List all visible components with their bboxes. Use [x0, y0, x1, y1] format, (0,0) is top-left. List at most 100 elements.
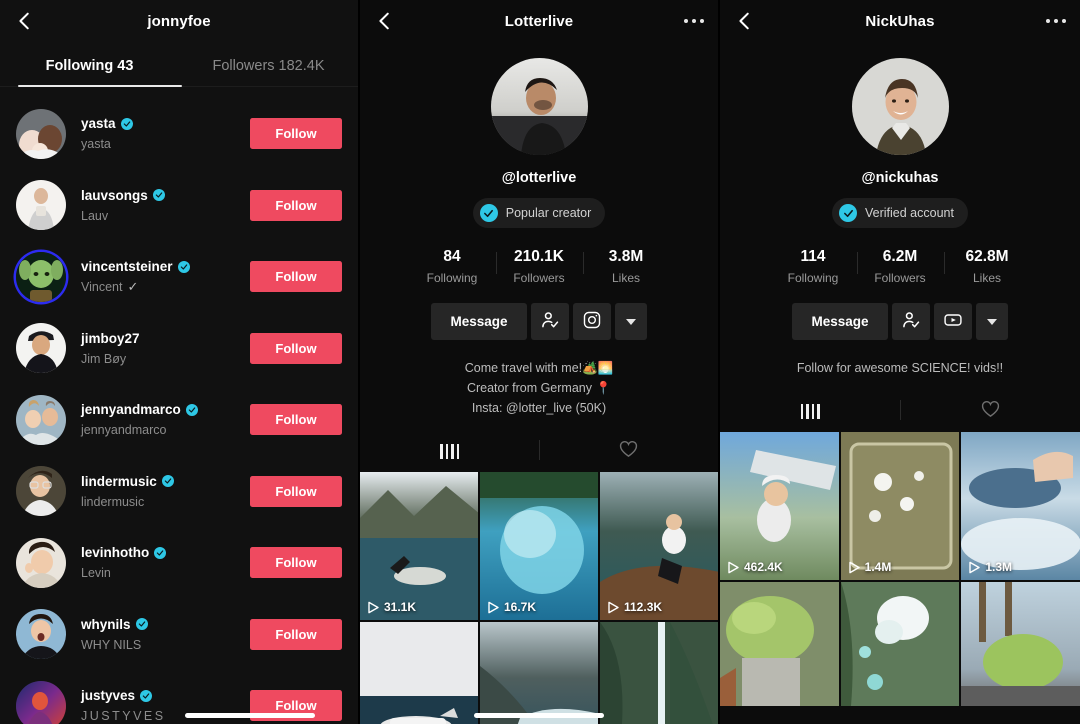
stat-label: Following	[426, 271, 478, 285]
follow-button[interactable]: Follow	[250, 547, 342, 579]
user-meta: jennyandmarco jennyandmarco	[81, 401, 250, 438]
user-meta: justyves JUSTYVES	[81, 687, 250, 724]
avatar[interactable]	[16, 251, 66, 302]
bio-line: Insta: @lotter_live (50K)	[471, 401, 607, 415]
profile-handle: @nickuhas	[861, 170, 939, 186]
follow-button[interactable]: Follow	[250, 618, 342, 650]
tab-liked[interactable]	[900, 394, 1080, 428]
follow-button[interactable]: Follow	[250, 332, 342, 364]
profile-handle: @lotterlive	[501, 170, 577, 186]
status-badge[interactable]: Popular creator	[472, 198, 606, 228]
avatar[interactable]	[490, 58, 588, 155]
profile-stats: 84 Following 210.1K Followers 3.8M Likes	[360, 248, 718, 285]
user-display-text: Jim Bøy	[81, 351, 127, 366]
video-thumbnail[interactable]	[480, 622, 598, 724]
video-thumbnail[interactable]: 1.3M	[961, 432, 1080, 580]
tab-liked[interactable]	[539, 434, 718, 468]
follow-button[interactable]: Follow	[250, 261, 342, 293]
grid-bars-icon	[800, 403, 820, 419]
more-actions-button[interactable]	[976, 303, 1008, 340]
video-thumbnail[interactable]	[600, 622, 718, 724]
back-icon[interactable]	[374, 10, 396, 32]
video-thumbnail[interactable]: 16.7K	[480, 472, 598, 620]
follow-button[interactable]: Follow	[250, 404, 342, 436]
stat-following[interactable]: 114 Following	[770, 248, 857, 285]
play-icon	[968, 561, 981, 574]
user-row[interactable]: lindermusic lindermusic Follow	[0, 456, 358, 528]
video-thumbnail[interactable]	[961, 582, 1080, 706]
user-meta: vincentsteiner Vincent ✓	[81, 258, 250, 295]
user-row[interactable]: jimboy27 Jim Bøy Follow	[0, 313, 358, 385]
user-username: justyves	[81, 687, 250, 704]
user-display-text: JUSTYVES	[81, 709, 166, 724]
mid-topbar: Lotterlive	[360, 4, 718, 38]
add-user-button[interactable]	[531, 303, 569, 340]
tab-followers[interactable]: Followers 182.4K	[179, 48, 358, 84]
user-display-text: WHY NILS	[81, 637, 142, 652]
video-thumbnail[interactable]	[360, 622, 478, 724]
home-indicator[interactable]	[185, 713, 315, 718]
instagram-button[interactable]	[573, 303, 611, 340]
video-thumbnail[interactable]: 1.4M	[840, 432, 960, 580]
avatar[interactable]	[16, 466, 66, 517]
profile-stats: 114 Following 6.2M Followers 62.8M Likes	[720, 248, 1080, 285]
more-actions-button[interactable]	[615, 303, 647, 340]
video-thumbnail[interactable]	[720, 582, 839, 706]
stat-likes[interactable]: 3.8M Likes	[582, 248, 670, 285]
profile-bio: Come travel with me!🏕️🌅 Creator from Ger…	[360, 358, 718, 418]
avatar[interactable]	[16, 537, 66, 588]
video-thumbnail[interactable]	[840, 582, 960, 706]
avatar[interactable]	[16, 609, 66, 660]
more-options-icon[interactable]	[684, 19, 704, 23]
instagram-icon	[582, 310, 602, 333]
tab-videos[interactable]	[720, 394, 900, 428]
user-row[interactable]: yasta yasta Follow	[0, 98, 358, 170]
stat-likes[interactable]: 62.8M Likes	[943, 248, 1031, 285]
user-display-name: jennyandmarco	[81, 422, 250, 438]
verified-check-icon	[120, 117, 133, 130]
avatar[interactable]	[16, 680, 66, 724]
home-indicator[interactable]	[474, 713, 604, 718]
user-row[interactable]: whynils WHY NILS Follow	[0, 599, 358, 671]
verified-check-icon	[161, 475, 174, 488]
user-username: jimboy27	[81, 330, 250, 347]
video-thumbnail[interactable]: 112.3K	[600, 472, 718, 620]
add-user-button[interactable]	[892, 303, 930, 340]
avatar[interactable]	[16, 180, 66, 231]
verified-check-icon	[152, 189, 165, 202]
play-icon	[487, 601, 499, 614]
tab-videos[interactable]	[360, 434, 539, 468]
stat-followers[interactable]: 210.1K Followers	[495, 248, 583, 285]
more-options-icon[interactable]	[1046, 19, 1066, 23]
user-username: jennyandmarco	[81, 401, 250, 418]
page-title: jonnyfoe	[147, 12, 211, 30]
tab-following-label: Following 43	[45, 58, 134, 74]
follow-button[interactable]: Follow	[250, 189, 342, 221]
add-user-icon	[901, 310, 921, 333]
follow-button[interactable]: Follow	[250, 118, 342, 150]
video-thumbnail[interactable]: 462.4K	[720, 432, 839, 580]
user-row[interactable]: vincentsteiner Vincent ✓ Follow	[0, 241, 358, 313]
message-button[interactable]: Message	[431, 303, 527, 340]
user-row[interactable]: levinhotho Levin Follow	[0, 527, 358, 599]
user-row[interactable]: lauvsongs Lauv Follow	[0, 170, 358, 242]
user-display-name: WHY NILS	[81, 637, 250, 653]
message-button[interactable]: Message	[792, 303, 888, 340]
verified-check-icon	[185, 403, 198, 416]
user-list: yasta yasta Follow lauvsongs Lauv Follow vince…	[0, 98, 358, 724]
back-icon[interactable]	[14, 10, 36, 32]
youtube-button[interactable]	[934, 303, 972, 340]
avatar[interactable]	[16, 108, 66, 159]
follow-button[interactable]: Follow	[250, 475, 342, 507]
avatar[interactable]	[16, 323, 66, 374]
user-row[interactable]: jennyandmarco jennyandmarco Follow	[0, 384, 358, 456]
stat-following[interactable]: 84 Following	[409, 248, 496, 285]
tab-following[interactable]: Following 43	[0, 48, 179, 84]
user-display-name: Vincent ✓	[81, 279, 250, 295]
back-icon[interactable]	[734, 10, 756, 32]
avatar[interactable]	[851, 58, 949, 155]
stat-followers[interactable]: 6.2M Followers	[856, 248, 944, 285]
video-thumbnail[interactable]: 31.1K	[360, 472, 478, 620]
status-badge[interactable]: Verified account	[832, 198, 968, 228]
avatar[interactable]	[16, 394, 66, 445]
